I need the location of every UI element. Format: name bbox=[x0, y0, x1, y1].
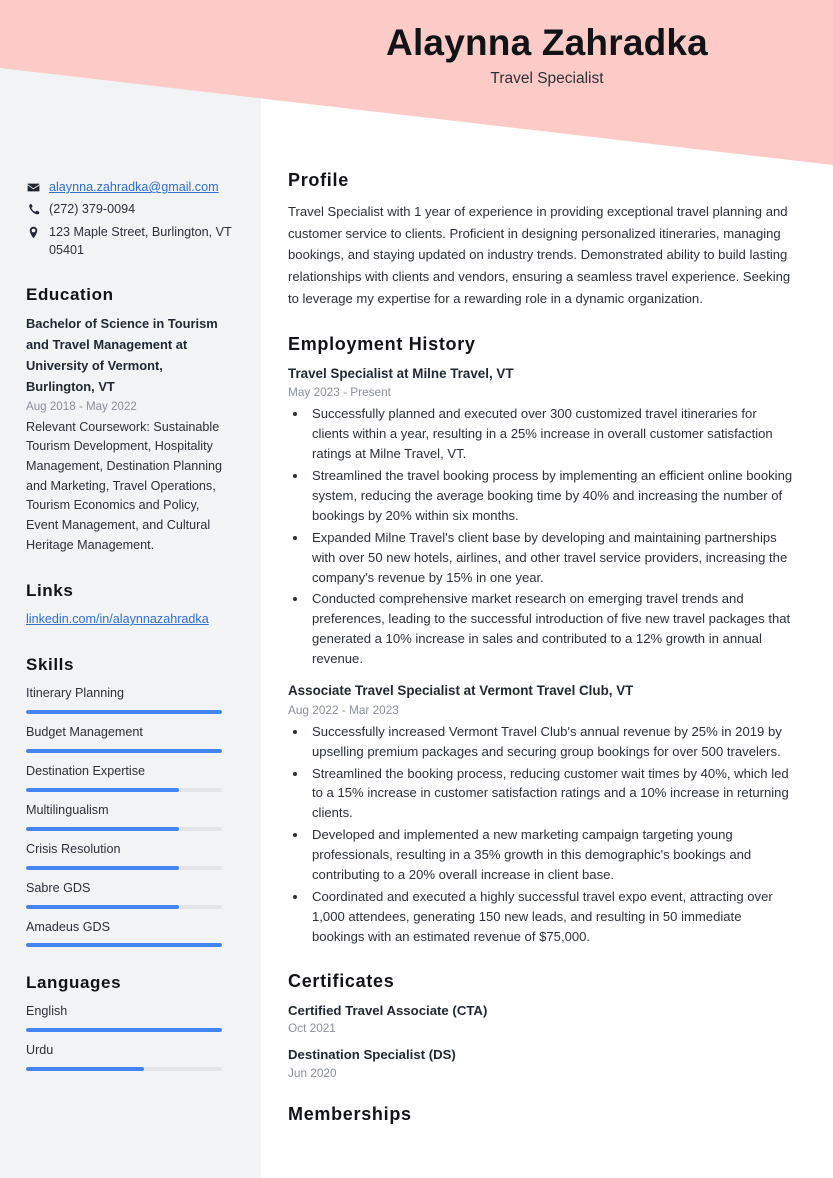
languages-label: Urdu bbox=[26, 1043, 54, 1058]
profile-text: Travel Specialist with 1 year of experie… bbox=[288, 204, 791, 306]
education-heading: Education bbox=[26, 285, 114, 304]
memberships-heading: Memberships bbox=[288, 1104, 412, 1125]
section-employment: Employment History Travel Specialist at … bbox=[288, 334, 796, 947]
sidebar-section-skills: Skills Itinerary Planning Budget Manageme… bbox=[26, 655, 235, 948]
skills-level-bar bbox=[26, 710, 222, 715]
section-certificates: Certificates Certified Travel Associate … bbox=[288, 971, 796, 1081]
contact-item-email: alaynna.zahradka@gmail.com bbox=[26, 178, 235, 196]
skills-label: Multilingualism bbox=[26, 802, 109, 817]
profile-heading: Profile bbox=[288, 170, 349, 190]
envelope-icon bbox=[26, 178, 40, 194]
certificates-heading: Certificates bbox=[288, 970, 395, 991]
skills-level-fill bbox=[26, 904, 179, 909]
employment-bullet: Expanded Milne Travel's client base by d… bbox=[308, 528, 796, 588]
contact-item-address: 123 Maple Street, Burlington, VT 05401 bbox=[26, 223, 235, 260]
skills-label: Sabre GDS bbox=[26, 880, 91, 895]
email-link[interactable]: alaynna.zahradka@gmail.com bbox=[49, 178, 219, 196]
contact-item-phone: (272) 379-0094 bbox=[26, 200, 235, 218]
phone-number: (272) 379-0094 bbox=[49, 202, 136, 217]
languages-label: English bbox=[26, 1004, 68, 1019]
languages-level-fill bbox=[26, 1067, 144, 1072]
skills-level-fill bbox=[26, 865, 179, 870]
languages-item: Urdu bbox=[26, 1041, 235, 1072]
sidebar-section-education: Education Bachelor of Science in Tourism… bbox=[26, 285, 235, 555]
skills-item: Budget Management bbox=[26, 723, 235, 753]
skills-level-bar bbox=[26, 749, 222, 753]
employment-bullet-list: Successfully planned and executed over 3… bbox=[288, 404, 796, 669]
employment-bullet: Coordinated and executed a highly succes… bbox=[308, 887, 796, 947]
contact-list: alaynna.zahradka@gmail.com (272) 379-009… bbox=[26, 178, 235, 259]
employment-job-date: Aug 2022 - Mar 2023 bbox=[288, 702, 399, 717]
sidebar-section-links: Links linkedin.com/in/alaynnazahradka bbox=[26, 581, 235, 629]
location-pin-icon bbox=[26, 223, 40, 239]
skills-item: Multilingualism bbox=[26, 801, 235, 831]
certificates-list: Certified Travel Associate (CTA) Oct 2021… bbox=[288, 1002, 796, 1081]
education-description: Relevant Coursework: Sustainable Tourism… bbox=[26, 419, 223, 552]
employment-bullet-list: Successfully increased Vermont Travel Cl… bbox=[288, 722, 796, 947]
links-heading: Links bbox=[26, 581, 74, 601]
languages-heading: Languages bbox=[26, 973, 122, 993]
skills-item: Crisis Resolution bbox=[26, 840, 235, 870]
skills-level-fill bbox=[26, 749, 222, 753]
resume-page: Alaynna Zahradka Travel Specialist alayn… bbox=[0, 0, 833, 1178]
employment-job-title: Travel Specialist at Milne Travel, VT bbox=[288, 365, 514, 381]
skills-label: Budget Management bbox=[26, 725, 143, 740]
certificate-name: Destination Specialist (DS) bbox=[288, 1047, 456, 1063]
linkedin-link[interactable]: linkedin.com/in/alaynnazahradka bbox=[26, 610, 209, 629]
employment-bullet: Successfully planned and executed over 3… bbox=[308, 404, 796, 464]
skills-item: Destination Expertise bbox=[26, 762, 235, 792]
skills-label: Destination Expertise bbox=[26, 764, 146, 778]
skills-label: Itinerary Planning bbox=[26, 686, 125, 701]
education-degree: Bachelor of Science in Tourism and Trave… bbox=[26, 316, 218, 394]
languages-level-fill bbox=[26, 1028, 222, 1033]
sidebar: alaynna.zahradka@gmail.com (272) 379-009… bbox=[0, 0, 261, 1080]
skills-item: Sabre GDS bbox=[26, 879, 235, 909]
education-date: Aug 2018 - May 2022 bbox=[26, 399, 137, 413]
employment-bullet: Streamlined the travel booking process b… bbox=[308, 466, 796, 526]
section-profile: Profile Travel Specialist with 1 year of… bbox=[288, 170, 796, 310]
employment-bullet: Streamlined the booking process, reducin… bbox=[308, 764, 796, 824]
skills-level-fill bbox=[26, 826, 179, 831]
languages-item: English bbox=[26, 1002, 235, 1033]
skills-level-fill bbox=[26, 787, 179, 792]
skills-list: Itinerary Planning Budget Management Desti… bbox=[26, 684, 235, 948]
employment-heading: Employment History bbox=[288, 333, 476, 354]
languages-list: English Urdu bbox=[26, 1002, 235, 1072]
employment-entry: Associate Travel Specialist at Vermont T… bbox=[288, 682, 796, 947]
main-column: Profile Travel Specialist with 1 year of… bbox=[261, 0, 833, 1149]
skills-level-bar bbox=[26, 826, 222, 831]
certificate-date: Jun 2020 bbox=[288, 1066, 337, 1081]
employment-list: Travel Specialist at Milne Travel, VT May… bbox=[288, 365, 796, 947]
skills-level-bar bbox=[26, 904, 222, 909]
skills-level-fill bbox=[26, 710, 222, 715]
skills-heading: Skills bbox=[26, 655, 75, 675]
employment-job-date: May 2023 - Present bbox=[288, 385, 391, 400]
skills-label: Crisis Resolution bbox=[26, 841, 121, 856]
section-memberships: Memberships bbox=[288, 1104, 796, 1125]
phone-icon bbox=[26, 200, 40, 216]
certificate-date: Oct 2021 bbox=[288, 1021, 336, 1036]
address-text: 123 Maple Street, Burlington, VT 05401 bbox=[49, 224, 232, 257]
languages-level-bar bbox=[26, 1028, 222, 1033]
certificate-item: Destination Specialist (DS) Jun 2020 bbox=[288, 1046, 796, 1080]
skills-level-bar bbox=[26, 865, 222, 870]
skills-item: Itinerary Planning bbox=[26, 684, 235, 715]
languages-level-bar bbox=[26, 1067, 222, 1072]
certificate-name: Certified Travel Associate (CTA) bbox=[288, 1002, 488, 1018]
certificate-item: Certified Travel Associate (CTA) Oct 2021 bbox=[288, 1002, 796, 1036]
sidebar-section-languages: Languages English Urdu bbox=[26, 973, 235, 1072]
employment-bullet: Successfully increased Vermont Travel Cl… bbox=[308, 722, 796, 762]
skills-item: Amadeus GDS bbox=[26, 918, 235, 948]
employment-job-title: Associate Travel Specialist at Vermont T… bbox=[288, 683, 634, 699]
skills-level-fill bbox=[26, 943, 222, 948]
employment-bullet: Developed and implemented a new marketin… bbox=[308, 825, 796, 885]
skills-label: Amadeus GDS bbox=[26, 919, 110, 934]
employment-bullet: Conducted comprehensive market research … bbox=[308, 589, 796, 669]
skills-level-bar bbox=[26, 787, 222, 792]
employment-entry: Travel Specialist at Milne Travel, VT May… bbox=[288, 365, 796, 669]
skills-level-bar bbox=[26, 943, 222, 948]
